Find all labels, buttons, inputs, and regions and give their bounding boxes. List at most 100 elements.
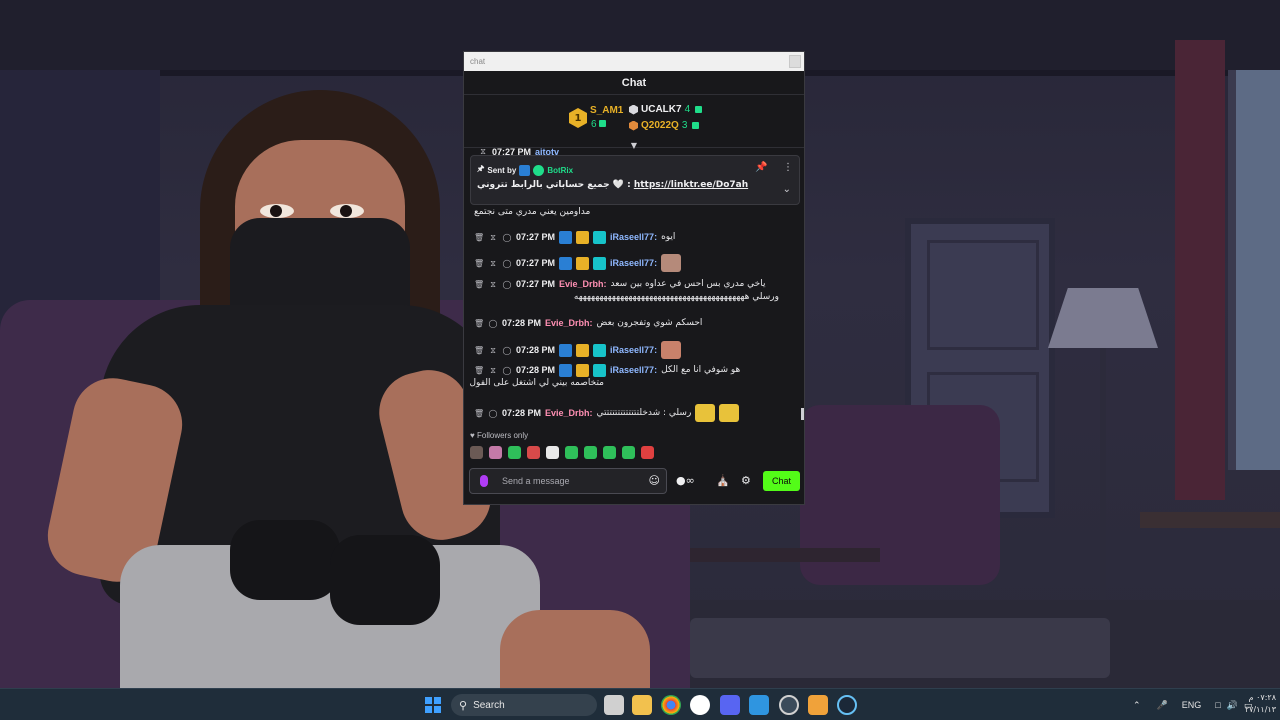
active-app-icon[interactable] (779, 695, 799, 715)
ban-icon[interactable]: ◯ (502, 278, 512, 291)
taskbar-search[interactable]: ⚲ Search (451, 694, 597, 716)
quick-emote-bar (470, 446, 654, 459)
ban-icon[interactable]: ◯ (502, 344, 512, 357)
gear-icon[interactable]: ⚙ (741, 474, 751, 487)
message-text: ياخي مدري بس احس في عداوه بين سعد (610, 279, 766, 289)
message-time: 07:28 PM (516, 365, 556, 375)
delete-icon[interactable]: 🗑 (474, 278, 484, 291)
leaderboard-second-name[interactable]: UCALK7 (641, 104, 682, 115)
message-time: 07:27 PM (516, 279, 556, 289)
ban-icon[interactable]: ◯ (502, 231, 512, 244)
window-control-button[interactable] (789, 55, 801, 68)
game-launcher-icon[interactable] (808, 695, 828, 715)
delete-icon[interactable]: 🗑 (474, 317, 484, 330)
quick-emote[interactable] (584, 446, 597, 459)
quick-emote[interactable] (470, 446, 483, 459)
chevron-down-icon[interactable]: ⌄ (783, 184, 791, 195)
channel-points-icon[interactable]: ●∞ (676, 474, 695, 487)
pinned-message: 🖈 Sent by BotRix جميع حساباتي بالرابط تت… (470, 155, 800, 205)
taskbar-search-label: Search (473, 699, 505, 711)
pinned-bot-name[interactable]: BotRix (547, 166, 573, 175)
quick-emote[interactable] (508, 446, 521, 459)
message-username[interactable]: iRaseell77: (610, 231, 657, 244)
window-titlebar[interactable]: chat (464, 52, 804, 71)
chat-message-list[interactable]: مداومين يعني مدري متى نجتمع 🗑 ⧖ ◯ 07:27 … (464, 206, 804, 422)
store-icon[interactable]: ⛪ (716, 474, 730, 487)
language-indicator[interactable]: ENG (1182, 700, 1202, 710)
ban-icon[interactable]: ◯ (488, 407, 498, 420)
chevron-up-icon[interactable]: ⌃ (1133, 700, 1141, 711)
quick-emote[interactable] (641, 446, 654, 459)
send-chat-button[interactable]: Chat (763, 471, 800, 491)
chat-message: 🗑 ⧖ ◯ 07:27 PM Evie_Drbh: ياخي مدري بس ا… (474, 278, 794, 304)
more-options-icon[interactable]: ⋮ (783, 162, 793, 173)
delete-icon[interactable]: 🗑 (474, 407, 484, 420)
delete-icon[interactable]: 🗑 (474, 257, 484, 270)
delete-icon[interactable]: 🗑 (474, 344, 484, 357)
microphone-icon[interactable] (480, 475, 488, 487)
message-time: 07:27 PM (516, 232, 556, 242)
pinned-link[interactable]: https://linktr.ee/Do7ah (634, 180, 748, 190)
emoji-picker-icon[interactable]: ☺ (649, 475, 660, 487)
leaderboard-first-name[interactable]: S_AM1 (590, 105, 623, 116)
leaderboard-second: UCALK7 4 (629, 104, 703, 115)
message-text: احسكم شوي وتفجرون بعض (596, 318, 703, 328)
timeout-icon[interactable]: ⧖ (488, 364, 498, 377)
message-username[interactable]: iRaseell77: (610, 344, 657, 357)
file-explorer-icon[interactable] (632, 695, 652, 715)
chat-message: 🗑 ◯ 07:28 PM Evie_Drbh: احسكم شوي وتفجرو… (474, 317, 794, 330)
message-username[interactable]: iRaseell77: (610, 364, 657, 377)
microphone-tray-icon[interactable]: 🎤 (1157, 700, 1168, 711)
followers-only-notice: ♥ Followers only (470, 431, 528, 440)
subscriber-badge-icon (593, 256, 607, 270)
quick-emote[interactable] (489, 446, 502, 459)
delete-icon[interactable]: 🗑 (474, 231, 484, 244)
wallpaper-door-panel (927, 240, 1039, 350)
task-view-icon[interactable] (604, 695, 624, 715)
clock-time: ٠٧:٢٨ م (1248, 693, 1276, 702)
timeout-icon[interactable]: ⧖ (488, 257, 498, 270)
chat-scrollbar[interactable] (801, 408, 804, 420)
pinned-text: جميع حساباتي بالرابط تتروني 🤍 : https://… (477, 180, 748, 190)
wallpaper-rug (690, 618, 1110, 678)
timeout-icon[interactable]: ⧖ (488, 344, 498, 357)
quick-emote[interactable] (603, 446, 616, 459)
messaging-app-icon[interactable] (749, 695, 769, 715)
character-eye (330, 204, 364, 218)
steam-icon[interactable] (837, 695, 857, 715)
wallpaper-window (1228, 70, 1280, 470)
timeout-icon[interactable]: ⧖ (488, 278, 498, 291)
ban-icon[interactable]: ◯ (502, 257, 512, 270)
taskbar-clock[interactable]: ٠٧:٢٨ م ٢٧/١١/١٣ (1236, 692, 1276, 716)
windows-start-icon[interactable] (425, 697, 441, 713)
message-username[interactable]: Evie_Drbh: (545, 407, 593, 420)
search-icon: ⚲ (459, 698, 468, 712)
delete-icon[interactable]: 🗑 (474, 364, 484, 377)
message-username[interactable]: Evie_Drbh: (545, 317, 593, 330)
ban-icon[interactable]: ◯ (502, 364, 512, 377)
timeout-icon[interactable]: ⧖ (488, 231, 498, 244)
wallpaper-curtain (1175, 40, 1225, 500)
chat-input-box[interactable]: ☺ (469, 468, 667, 494)
chat-message-input[interactable] (502, 473, 642, 489)
discord-icon[interactable] (720, 695, 740, 715)
message-username[interactable]: iRaseell77: (610, 257, 657, 270)
quick-emote[interactable] (622, 446, 635, 459)
quick-emote[interactable] (565, 446, 578, 459)
obs-icon[interactable] (690, 695, 710, 715)
quick-emote[interactable] (527, 446, 540, 459)
heart-icon: ♥ (470, 431, 475, 440)
network-icon[interactable]: □ (1215, 700, 1220, 710)
quick-emote[interactable] (546, 446, 559, 459)
gem-icon (692, 122, 700, 129)
message-username[interactable]: Evie_Drbh: (559, 278, 607, 291)
chat-header: Chat (464, 71, 804, 95)
emote-image (695, 404, 716, 422)
collapse-leaderboard-icon[interactable]: ▼ (628, 142, 640, 150)
chrome-icon[interactable] (661, 695, 681, 715)
rank-three-icon (629, 120, 638, 131)
unpin-icon[interactable]: 📌 (755, 162, 767, 173)
character-glove (230, 520, 340, 600)
ban-icon[interactable]: ◯ (488, 317, 498, 330)
leaderboard-third-name[interactable]: Q2022Q (641, 120, 679, 131)
